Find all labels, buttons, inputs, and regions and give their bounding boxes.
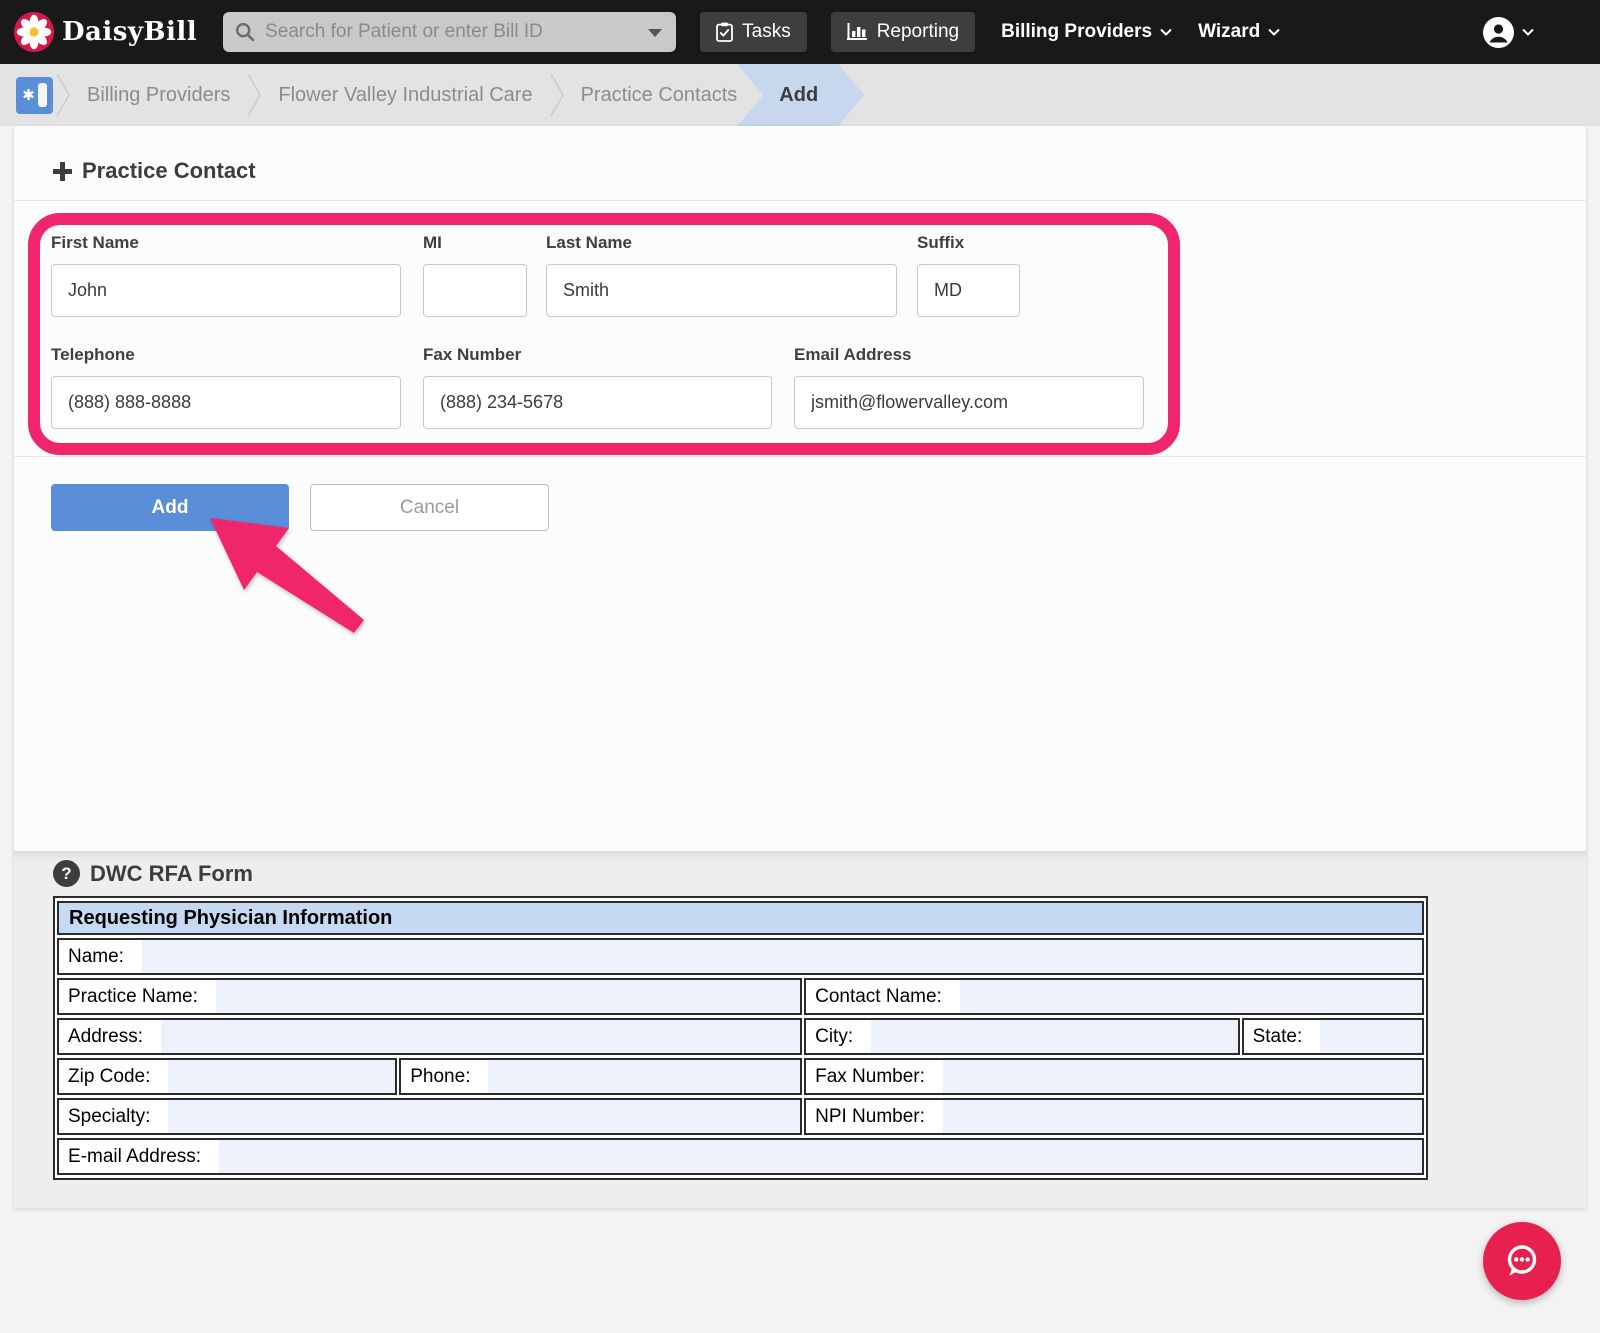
last-name-label: Last Name xyxy=(546,233,632,252)
rfa-cell-phone: Phone: xyxy=(399,1058,803,1095)
rfa-cell-address: Address: xyxy=(57,1018,803,1055)
brand-logo[interactable]: DaisyBill xyxy=(14,12,197,52)
breadcrumb-flower-valley[interactable]: Flower Valley Industrial Care xyxy=(264,64,546,126)
form-divider xyxy=(14,456,1586,457)
chat-bubble-icon xyxy=(1507,1245,1537,1276)
rfa-cell-name: Name: xyxy=(57,938,1424,975)
search-input[interactable] xyxy=(223,12,677,52)
breadcrumb-separator-icon xyxy=(56,73,70,117)
chevron-down-icon xyxy=(1268,28,1280,36)
rfa-section-title: ? DWC RFA Form xyxy=(53,860,253,887)
tasks-button[interactable]: Tasks xyxy=(700,12,807,52)
rfa-cell-specialty: Specialty: xyxy=(57,1098,803,1135)
page-title: Practice Contact xyxy=(53,158,256,184)
breadcrumb-separator-icon xyxy=(549,73,564,117)
reporting-icon xyxy=(846,23,867,40)
breadcrumb-app-icon[interactable]: ✱ xyxy=(16,76,53,114)
billing-providers-label: Billing Providers xyxy=(1001,21,1153,42)
user-avatar-icon xyxy=(1483,16,1514,48)
telephone-label: Telephone xyxy=(51,345,135,364)
reporting-button[interactable]: Reporting xyxy=(830,12,976,52)
suffix-field[interactable] xyxy=(917,264,1020,317)
chat-launcher-button[interactable] xyxy=(1483,1222,1561,1300)
chevron-down-icon xyxy=(1522,28,1534,36)
help-icon[interactable]: ? xyxy=(53,860,80,887)
daisy-logo-icon xyxy=(14,12,54,52)
search-icon xyxy=(236,22,255,42)
main-content-card: Practice Contact First Name MI Last Name… xyxy=(14,126,1586,1208)
search-dropdown-caret-icon[interactable] xyxy=(648,29,663,37)
telephone-field[interactable] xyxy=(51,376,401,429)
rfa-form-table: Requesting Physician Information Name: P… xyxy=(53,896,1428,1180)
suffix-label: Suffix xyxy=(917,233,965,252)
email-label: Email Address xyxy=(794,345,912,364)
top-navbar: DaisyBill Tasks Reporting Billing Provid… xyxy=(0,0,1600,64)
rfa-table-header: Requesting Physician Information xyxy=(57,901,1424,935)
rfa-title-text: DWC RFA Form xyxy=(90,860,253,886)
rfa-cell-contact-name: Contact Name: xyxy=(804,978,1424,1015)
nav-wizard[interactable]: Wizard xyxy=(1198,21,1280,43)
rfa-cell-fax: Fax Number: xyxy=(804,1058,1424,1095)
rfa-cell-state: State: xyxy=(1241,1018,1424,1055)
tasks-label: Tasks xyxy=(742,21,791,42)
mi-label: MI xyxy=(423,233,442,252)
tasks-icon xyxy=(716,22,734,42)
wizard-label: Wizard xyxy=(1198,21,1261,42)
nav-billing-providers[interactable]: Billing Providers xyxy=(1001,21,1172,43)
fax-field[interactable] xyxy=(423,376,772,429)
patient-search xyxy=(223,12,677,52)
card-bar-icon xyxy=(37,83,47,107)
reporting-label: Reporting xyxy=(876,21,960,42)
rfa-cell-city: City: xyxy=(804,1018,1240,1055)
add-button[interactable]: Add xyxy=(51,484,289,531)
cancel-button[interactable]: Cancel xyxy=(310,484,549,531)
last-name-field[interactable] xyxy=(546,264,897,317)
rfa-cell-npi: NPI Number: xyxy=(804,1098,1424,1135)
breadcrumb-separator-icon xyxy=(247,73,262,117)
rfa-cell-email: E-mail Address: xyxy=(57,1138,1424,1175)
rfa-preview-section: ? DWC RFA Form Requesting Physician Info… xyxy=(14,851,1586,1208)
title-divider xyxy=(14,200,1586,201)
plus-icon xyxy=(53,161,72,181)
fax-label: Fax Number xyxy=(423,345,522,364)
breadcrumb-practice-contacts[interactable]: Practice Contacts xyxy=(567,64,752,126)
breadcrumb: ✱ Billing Providers Flower Valley Indust… xyxy=(0,64,1600,126)
mi-field[interactable] xyxy=(423,264,527,317)
rfa-cell-zip: Zip Code: xyxy=(57,1058,398,1095)
asterisk-icon: ✱ xyxy=(22,86,35,104)
page-title-text: Practice Contact xyxy=(82,158,256,183)
account-menu[interactable] xyxy=(1483,16,1534,48)
rfa-cell-practice-name: Practice Name: xyxy=(57,978,803,1015)
chevron-down-icon xyxy=(1160,28,1172,36)
breadcrumb-add-active[interactable]: Add xyxy=(737,64,864,126)
first-name-label: First Name xyxy=(51,233,139,252)
breadcrumb-billing-providers[interactable]: Billing Providers xyxy=(73,64,244,126)
brand-name: DaisyBill xyxy=(62,17,198,47)
first-name-field[interactable] xyxy=(51,264,401,317)
email-field[interactable] xyxy=(794,376,1144,429)
